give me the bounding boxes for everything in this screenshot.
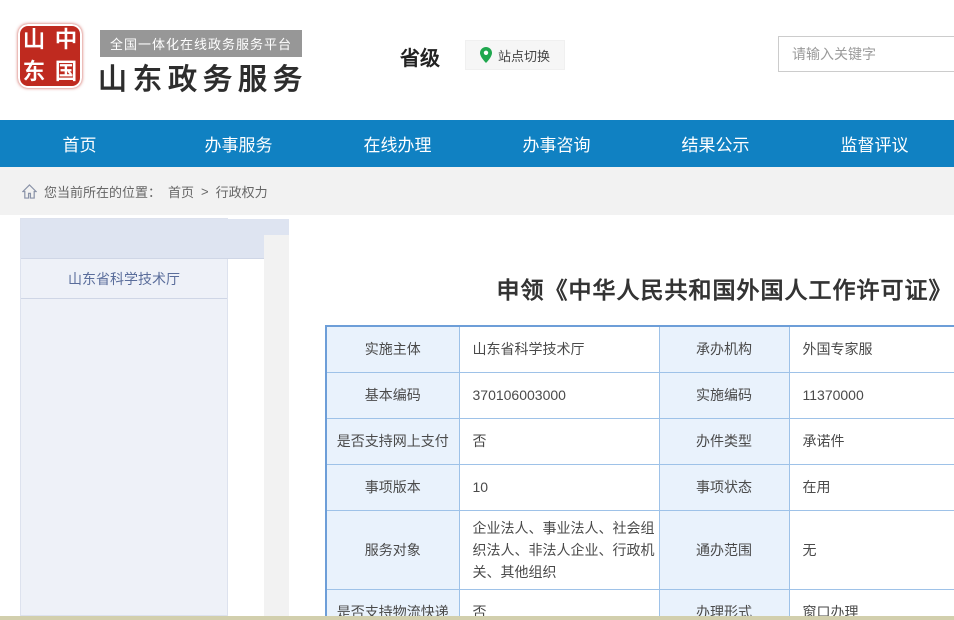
nav-item-1[interactable]: 首页	[0, 120, 159, 167]
site-switch-button[interactable]: 站点切换	[465, 40, 565, 70]
seal-char: 国	[50, 56, 82, 88]
cell-label1: 是否支持网上支付	[326, 418, 459, 464]
cell-label2: 通办范围	[659, 510, 789, 589]
content-divider-strip	[264, 235, 289, 616]
main-content: 申领《中华人民共和国外国人工作许可证》 实施主体山东省科学技术厅承办机构外国专家…	[289, 215, 954, 620]
cell-label1: 基本编码	[326, 372, 459, 418]
table-row: 是否支持网上支付否办件类型承诺件	[326, 418, 954, 464]
search-input[interactable]	[779, 37, 954, 71]
service-info-table: 实施主体山东省科学技术厅承办机构外国专家服基本编码370106003000实施编…	[325, 325, 954, 620]
breadcrumb-separator: >	[201, 184, 209, 199]
shandong-seal-logo[interactable]: 山中东国	[18, 24, 82, 88]
location-pin-icon	[480, 47, 492, 63]
page: 山中东国 全国一体化在线政务服务平台 山东政务服务 省级 站点切换 首页办事服务…	[0, 0, 954, 620]
cell-value1: 企业法人、事业法人、社会组织法人、非法人企业、行政机关、其他组织	[459, 510, 659, 589]
info-table-body: 实施主体山东省科学技术厅承办机构外国专家服基本编码370106003000实施编…	[326, 326, 954, 620]
cell-value2: 在用	[789, 464, 954, 510]
sidebar-filler	[21, 299, 227, 615]
cell-label2: 事项状态	[659, 464, 789, 510]
nav-item-6[interactable]: 监督评议	[795, 120, 954, 167]
seal-char: 中	[50, 24, 82, 56]
cell-label1: 事项版本	[326, 464, 459, 510]
cell-label2: 实施编码	[659, 372, 789, 418]
cell-value2: 承诺件	[789, 418, 954, 464]
breadcrumb: 您当前所在的位置： 首页 > 行政权力	[0, 167, 954, 215]
nav-item-3[interactable]: 在线办理	[318, 120, 477, 167]
footer-top-edge	[0, 616, 954, 620]
cell-label2: 办件类型	[659, 418, 789, 464]
page-title: 申领《中华人民共和国外国人工作许可证》	[289, 271, 954, 305]
search-box	[778, 36, 954, 72]
table-row: 基本编码370106003000实施编码11370000	[326, 372, 954, 418]
nav-item-4[interactable]: 办事咨询	[477, 120, 636, 167]
seal-char: 东	[18, 56, 50, 88]
main-nav: 首页办事服务在线办理办事咨询结果公示监督评议	[0, 120, 954, 167]
platform-badge: 全国一体化在线政务服务平台	[100, 30, 302, 57]
cell-value1: 10	[459, 464, 659, 510]
site-header: 山中东国 全国一体化在线政务服务平台 山东政务服务 省级 站点切换	[0, 0, 954, 120]
site-brand-title: 山东政务服务	[98, 56, 308, 98]
table-row: 实施主体山东省科学技术厅承办机构外国专家服	[326, 326, 954, 372]
breadcrumb-current: 行政权力	[216, 182, 268, 201]
table-row: 事项版本10事项状态在用	[326, 464, 954, 510]
cell-value2: 11370000	[789, 372, 954, 418]
cell-value1: 否	[459, 418, 659, 464]
breadcrumb-home-link[interactable]: 首页	[168, 182, 194, 201]
table-row: 服务对象企业法人、事业法人、社会组织法人、非法人企业、行政机关、其他组织通办范围…	[326, 510, 954, 589]
nav-item-2[interactable]: 办事服务	[159, 120, 318, 167]
cell-label1: 实施主体	[326, 326, 459, 372]
cell-value1: 370106003000	[459, 372, 659, 418]
cell-value2: 外国专家服	[789, 326, 954, 372]
sidebar-item-山东省科学技术厅[interactable]: 山东省科学技术厅	[21, 259, 227, 299]
seal-char: 山	[18, 24, 50, 56]
sidebar: 事项类型行政许可所属部门山东省科学技术厅结果公示我要咨询我要投诉我要收藏	[20, 218, 228, 616]
cell-label2: 承办机构	[659, 326, 789, 372]
nav-item-5[interactable]: 结果公示	[636, 120, 795, 167]
breadcrumb-prefix: 您当前所在的位置：	[44, 182, 161, 201]
cell-value2: 无	[789, 510, 954, 589]
site-switch-label: 站点切换	[498, 46, 550, 65]
home-icon	[22, 184, 37, 199]
cell-label1: 服务对象	[326, 510, 459, 589]
site-level-label: 省级	[400, 42, 440, 71]
cell-value1: 山东省科学技术厅	[459, 326, 659, 372]
